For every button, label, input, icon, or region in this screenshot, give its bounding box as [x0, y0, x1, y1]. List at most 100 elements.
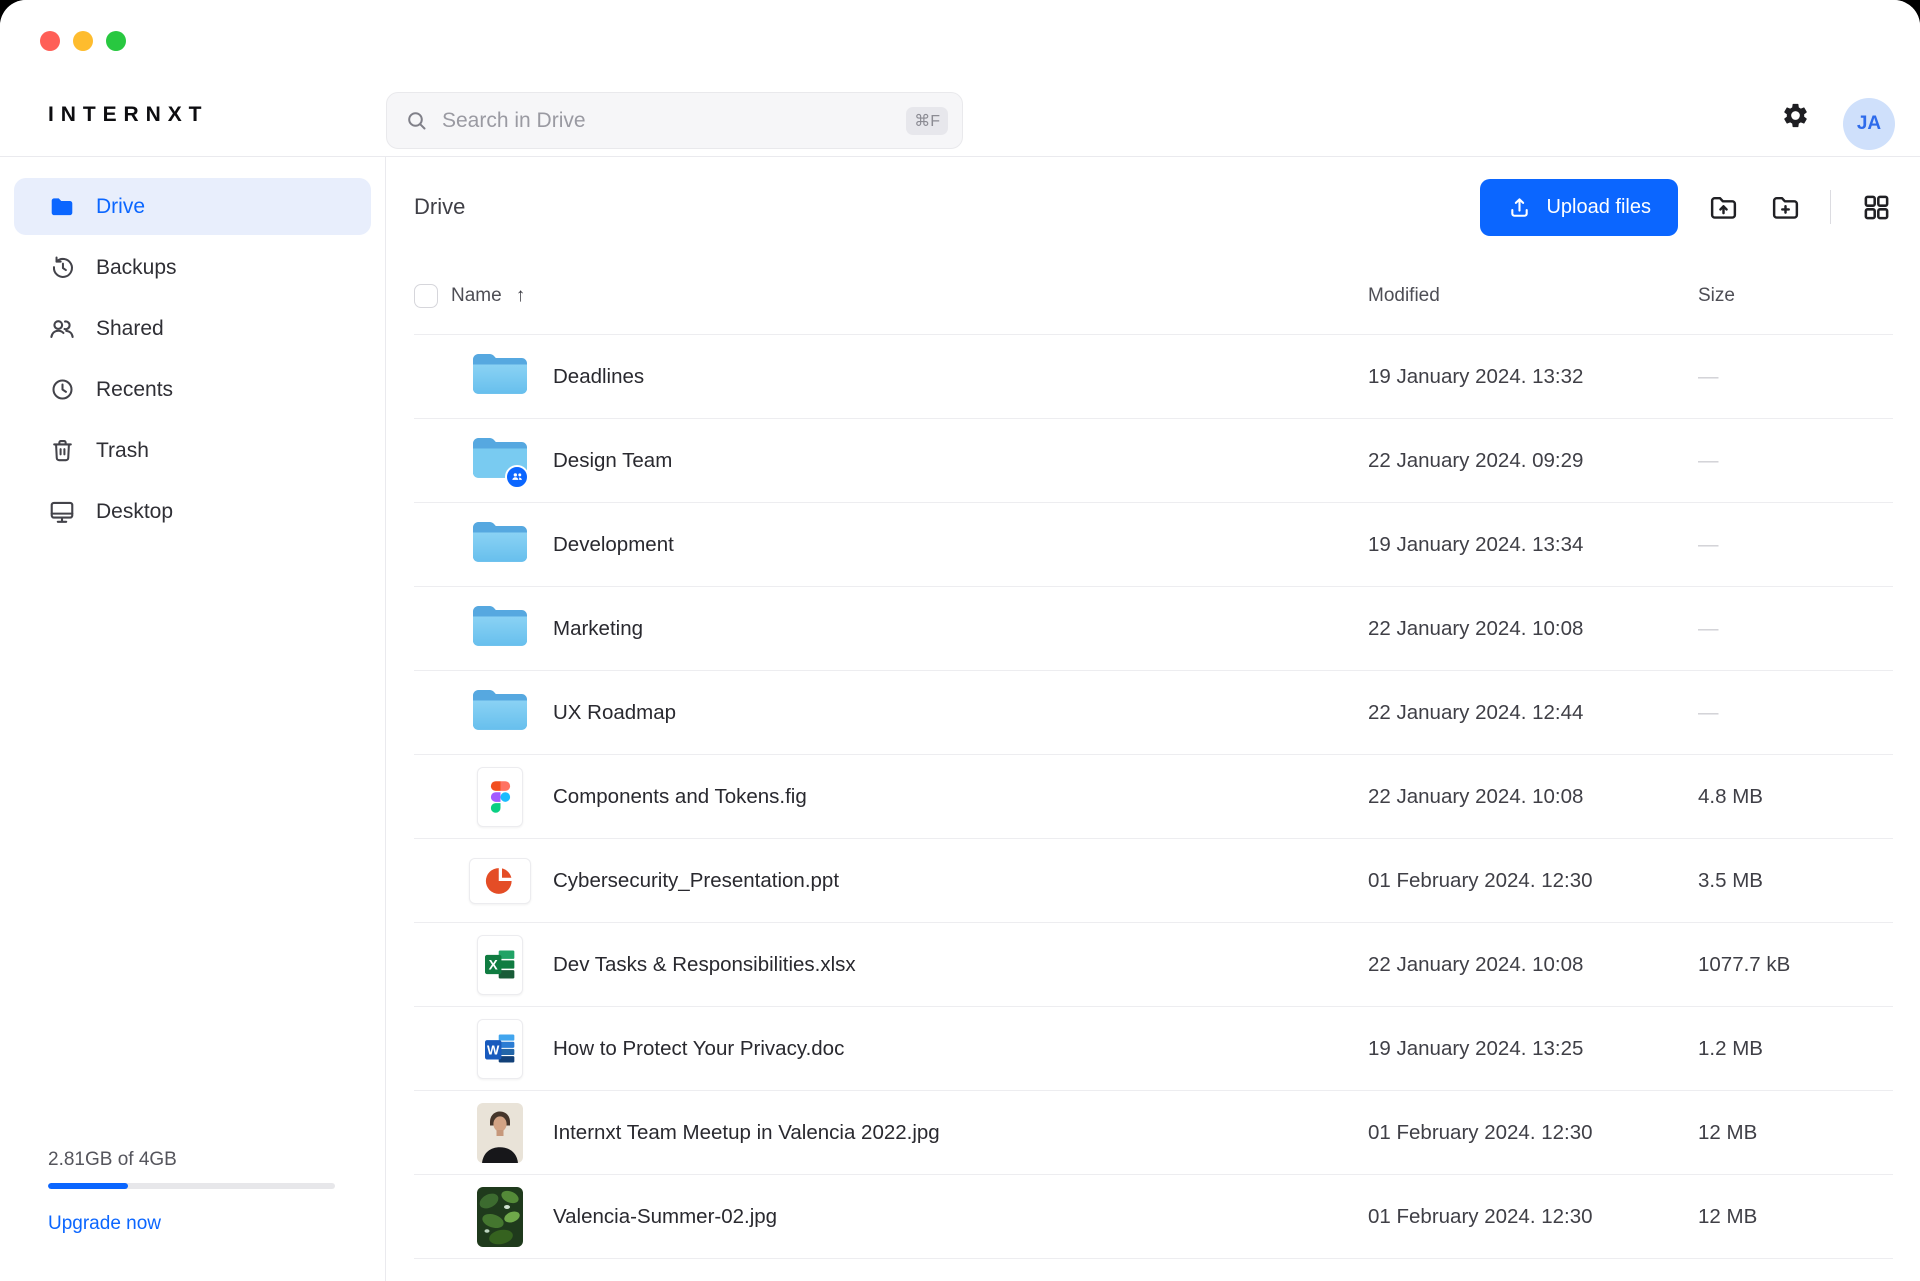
upload-files-button[interactable]: Upload files	[1480, 179, 1678, 236]
table-row[interactable]: Cybersecurity_Presentation.ppt 01 Februa…	[414, 839, 1893, 923]
create-folder-button[interactable]	[1768, 190, 1802, 224]
table-row[interactable]: Development 19 January 2024. 13:34 —	[414, 503, 1893, 587]
close-window-button[interactable]	[40, 31, 60, 51]
sidebar-item-label: Backups	[96, 256, 177, 280]
file-modified-date: 22 January 2024. 12:44	[1368, 701, 1583, 724]
table-row[interactable]: Internxt Team Meetup in Valencia 2022.jp…	[414, 1091, 1893, 1175]
upload-folder-button[interactable]	[1706, 190, 1740, 224]
file-modified-date: 01 February 2024. 12:30	[1368, 869, 1593, 892]
grid-view-button[interactable]	[1859, 190, 1893, 224]
column-header-size[interactable]: Size	[1698, 285, 1735, 306]
sidebar-item-trash[interactable]: Trash	[14, 422, 371, 479]
file-name: Design Team	[553, 449, 672, 473]
file-name: Dev Tasks & Responsibilities.xlsx	[553, 953, 856, 977]
sidebar-item-desktop[interactable]: Desktop	[14, 483, 371, 540]
table-row[interactable]: Deadlines 19 January 2024. 13:32 —	[414, 335, 1893, 419]
backups-history-icon	[49, 254, 76, 281]
minimize-window-button[interactable]	[73, 31, 93, 51]
file-table-body: Deadlines 19 January 2024. 13:32 —	[414, 335, 1893, 1259]
search-shortcut-badge: ⌘F	[906, 107, 948, 135]
main-content: Drive Upload files	[387, 157, 1920, 1281]
select-all-checkbox[interactable]	[414, 284, 438, 308]
table-row[interactable]: UX Roadmap 22 January 2024. 12:44 —	[414, 671, 1893, 755]
file-name: Marketing	[553, 617, 643, 641]
file-size: 12 MB	[1698, 1205, 1757, 1228]
toolbar-divider	[1830, 190, 1831, 224]
photo-thumbnail-person	[477, 1103, 523, 1163]
trash-icon	[49, 437, 76, 464]
upload-icon	[1507, 195, 1532, 220]
folder-icon	[470, 517, 530, 572]
sidebar-item-label: Shared	[96, 317, 164, 341]
table-row[interactable]: X Dev Tasks & Responsibilities.xlsx 22 J…	[414, 923, 1893, 1007]
upload-files-label: Upload files	[1546, 196, 1651, 219]
upgrade-now-link[interactable]: Upgrade now	[48, 1213, 335, 1235]
svg-text:W: W	[487, 1043, 500, 1058]
file-size: —	[1698, 617, 1719, 640]
column-header-name[interactable]: Name	[451, 285, 502, 307]
top-bar: INTERNXT ⌘F JA	[0, 0, 1920, 157]
file-modified-date: 19 January 2024. 13:25	[1368, 1037, 1583, 1060]
svg-text:X: X	[489, 957, 499, 972]
file-size: —	[1698, 449, 1719, 472]
table-row[interactable]: Marketing 22 January 2024. 10:08 —	[414, 587, 1893, 671]
page-title: Drive	[414, 194, 465, 220]
file-name: Components and Tokens.fig	[553, 785, 807, 809]
shared-badge-icon	[505, 465, 529, 489]
sidebar-item-label: Desktop	[96, 500, 173, 524]
search-input[interactable]	[442, 109, 906, 133]
table-row[interactable]: Components and Tokens.fig 22 January 202…	[414, 755, 1893, 839]
file-name: Valencia-Summer-02.jpg	[553, 1205, 777, 1229]
powerpoint-file-icon	[469, 858, 531, 904]
shared-folder-icon	[470, 433, 530, 488]
file-size: —	[1698, 701, 1719, 724]
sort-ascending-icon[interactable]: ↑	[516, 285, 526, 307]
search-bar[interactable]: ⌘F	[386, 92, 963, 149]
folder-plus-icon	[1770, 192, 1801, 223]
file-modified-date: 22 January 2024. 10:08	[1368, 617, 1583, 640]
photo-thumbnail-leaves	[477, 1187, 523, 1247]
toolbar-actions: Upload files	[1480, 179, 1893, 236]
internxt-logo: INTERNXT	[48, 103, 208, 127]
settings-button[interactable]	[1778, 98, 1812, 132]
zoom-window-button[interactable]	[106, 31, 126, 51]
table-row[interactable]: Valencia-Summer-02.jpg 01 February 2024.…	[414, 1175, 1893, 1259]
storage-section: 2.81GB of 4GB Upgrade now	[48, 1149, 335, 1235]
sidebar-item-backups[interactable]: Backups	[14, 239, 371, 296]
folder-upload-icon	[1708, 192, 1739, 223]
file-modified-date: 01 February 2024. 12:30	[1368, 1205, 1593, 1228]
table-row[interactable]: W How to Protect Your Privacy.doc 19 Jan…	[414, 1007, 1893, 1091]
file-size: 3.5 MB	[1698, 869, 1763, 892]
file-modified-date: 19 January 2024. 13:32	[1368, 365, 1583, 388]
folder-icon	[470, 349, 530, 404]
toolbar: Drive Upload files	[414, 157, 1893, 257]
grid-view-icon	[1862, 193, 1891, 222]
window-controls	[40, 31, 126, 51]
file-name: Cybersecurity_Presentation.ppt	[553, 869, 839, 893]
file-size: 1.2 MB	[1698, 1037, 1763, 1060]
file-size: 4.8 MB	[1698, 785, 1763, 808]
gear-icon	[1781, 101, 1810, 130]
drive-folder-icon	[48, 194, 76, 220]
column-header-modified[interactable]: Modified	[1368, 285, 1440, 306]
figma-file-icon	[477, 767, 523, 827]
recents-clock-icon	[49, 376, 76, 403]
app-window: INTERNXT ⌘F JA Drive	[0, 0, 1920, 1281]
file-size: 12 MB	[1698, 1121, 1757, 1144]
file-modified-date: 22 January 2024. 10:08	[1368, 785, 1583, 808]
sidebar-item-shared[interactable]: Shared	[14, 300, 371, 357]
sidebar-item-label: Drive	[96, 195, 145, 219]
sidebar-item-recents[interactable]: Recents	[14, 361, 371, 418]
file-name: Deadlines	[553, 365, 644, 389]
table-row[interactable]: Design Team 22 January 2024. 09:29 —	[414, 419, 1893, 503]
file-size: —	[1698, 365, 1719, 388]
file-modified-date: 22 January 2024. 09:29	[1368, 449, 1583, 472]
sidebar-item-drive[interactable]: Drive	[14, 178, 371, 235]
sidebar-item-label: Trash	[96, 439, 149, 463]
storage-progress-bar	[48, 1183, 335, 1189]
user-avatar[interactable]: JA	[1843, 98, 1895, 150]
sidebar-nav: Drive Backups Shared	[0, 157, 385, 540]
folder-icon	[470, 601, 530, 656]
file-name: How to Protect Your Privacy.doc	[553, 1037, 844, 1061]
file-name: UX Roadmap	[553, 701, 676, 725]
